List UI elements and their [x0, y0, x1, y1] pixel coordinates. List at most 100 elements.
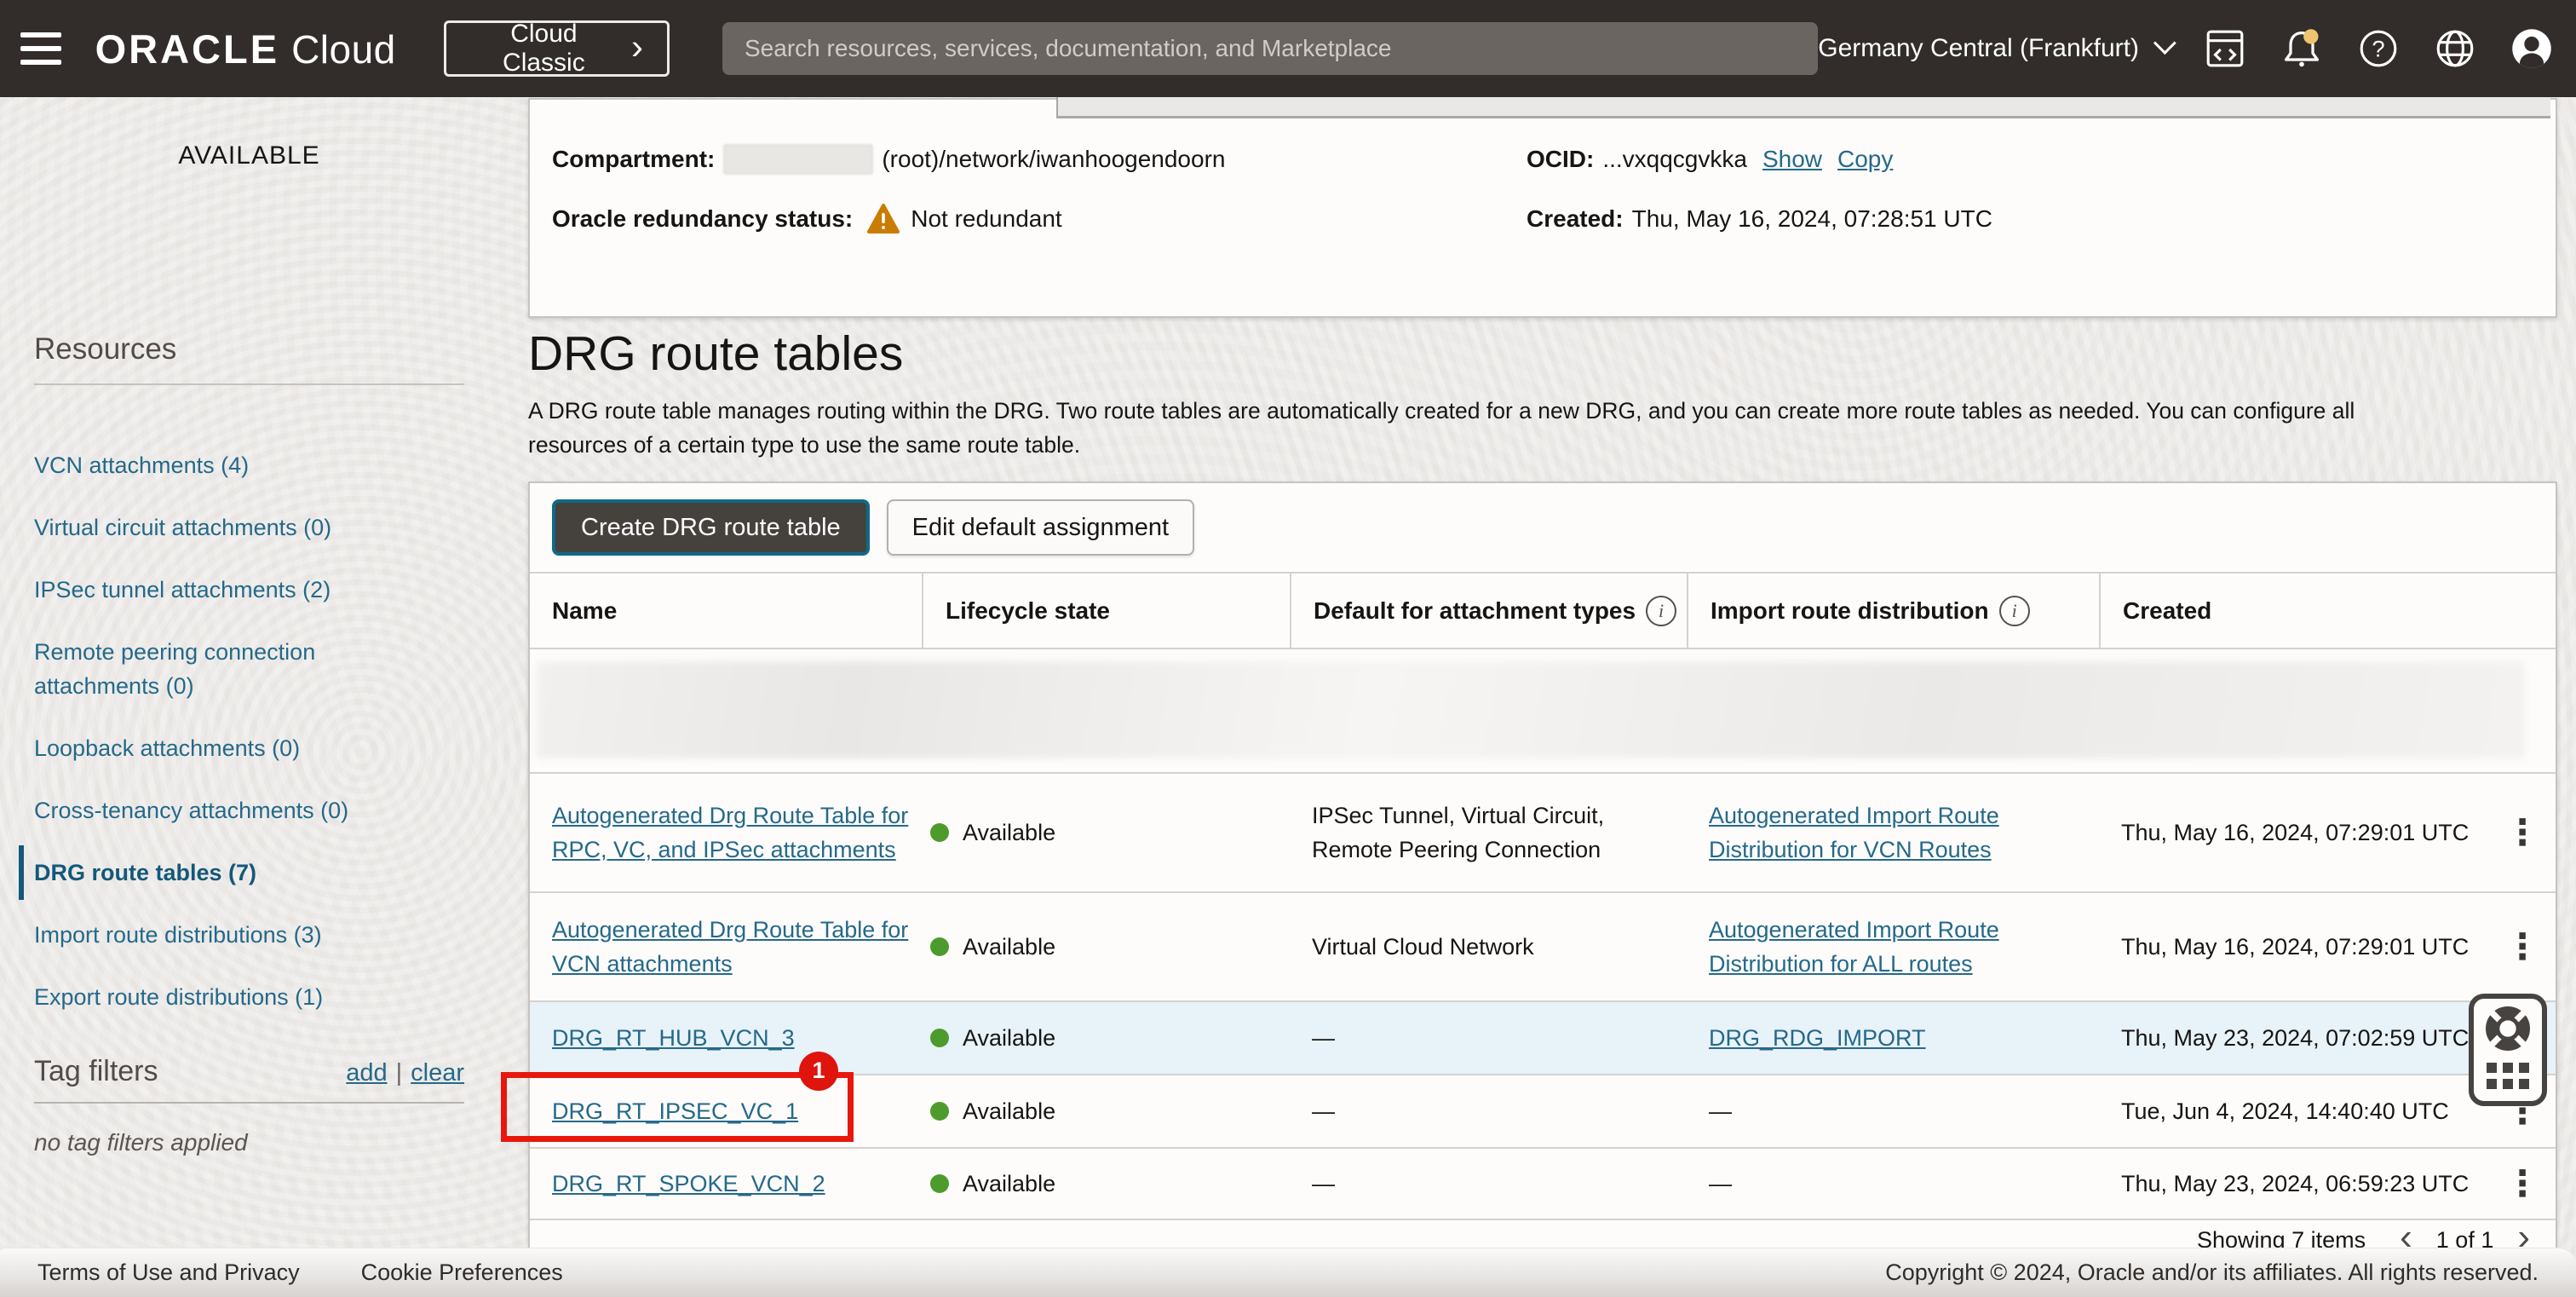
row-kebab-menu-icon[interactable]: ⋮ — [2504, 814, 2556, 850]
tag-filters-add-link[interactable]: add — [346, 1059, 387, 1087]
life-ring-icon — [2483, 1004, 2533, 1058]
copyright-text: Copyright © 2024, Oracle and/or its affi… — [1885, 1260, 2539, 1285]
region-selector[interactable]: Germany Central (Frankfurt) — [1818, 31, 2176, 63]
import-distribution-link[interactable]: Autogenerated Import Route Distribution f… — [1709, 798, 1999, 867]
tag-filters-heading: Tag filters — [34, 1055, 158, 1087]
svg-text:?: ? — [2372, 35, 2384, 61]
row-kebab-menu-icon[interactable]: ⋮ — [2504, 1165, 2556, 1202]
row-kebab-menu-icon[interactable]: ⋮ — [2504, 928, 2556, 965]
top-navigation-bar: ORACLE Cloud Cloud Classic › Germany Cen… — [0, 0, 2576, 97]
column-header-import-route-distribution: Import route distribution i — [1687, 574, 2099, 648]
developer-tools-icon[interactable] — [2203, 26, 2247, 71]
hamburger-menu-icon[interactable] — [20, 32, 61, 65]
terms-of-use-link[interactable]: Terms of Use and Privacy — [37, 1260, 300, 1286]
support-floating-widget[interactable] — [2469, 994, 2547, 1106]
table-row: DRG_RT_SPOKE_VCN_2 Available — — Thu, May 23… — [530, 1146, 2556, 1219]
drg-details-card: Compartment: (root)/network/iwanhoogendo… — [528, 98, 2557, 318]
redacted-row-blur — [537, 661, 2525, 758]
user-avatar-icon[interactable] — [2510, 26, 2554, 71]
help-icon[interactable]: ? — [2356, 26, 2401, 71]
ocid-value: ...vxqqcgvkka — [1602, 146, 1747, 172]
available-status-dot — [930, 1028, 949, 1047]
sidebar-item-vcn-attachments-4[interactable]: VCN attachments (4) — [19, 448, 419, 482]
lifecycle-status-text: AVAILABLE — [178, 141, 320, 170]
created-timestamp: Thu, May 23, 2024, 06:59:23 UTC — [2121, 1170, 2470, 1196]
sidebar-item-loopback-attachments-0[interactable]: Loopback attachments (0) — [19, 731, 419, 765]
compartment-value: (root)/network/iwanhoogendoorn — [882, 146, 1226, 172]
table-row: DRG_RT_IPSEC_VC_1 Available — — Tue, Jun 4, … — [501, 1051, 2556, 1147]
row-import-distribution-cell: Autogenerated Import Route Distribution f… — [1687, 798, 2099, 867]
sidebar-item-virtual-circuit-attachments-0[interactable]: Virtual circuit attachments (0) — [19, 510, 419, 545]
row-name-cell: DRG_RT_HUB_VCN_3 — [530, 1021, 922, 1055]
route-table-name-link[interactable]: Autogenerated Drg Route Table for RPC, VC… — [552, 798, 908, 867]
edit-default-assignment-button[interactable]: Edit default assignment — [886, 499, 1195, 556]
column-header-created: Created — [2099, 574, 2556, 648]
lifecycle-state-text: Available — [963, 1098, 1056, 1124]
available-status-dot — [930, 1173, 949, 1193]
ocid-show-link[interactable]: Show — [1762, 146, 1822, 173]
chevron-right-icon: › — [631, 26, 643, 66]
compartment-label: Compartment: — [552, 146, 716, 172]
cloud-classic-button[interactable]: Cloud Classic › — [443, 20, 670, 77]
table-row: Autogenerated Drg Route Table for RPC, VC… — [530, 771, 2556, 891]
tag-filters-separator: | — [395, 1059, 403, 1087]
details-tab-scroll-strip — [1056, 97, 2550, 118]
ocid-copy-link[interactable]: Copy — [1837, 146, 1893, 173]
import-distribution-link[interactable]: DRG_RDG_IMPORT — [1709, 1021, 1926, 1055]
tag-filters-clear-link[interactable]: clear — [411, 1059, 464, 1087]
created-label: Created: — [1527, 205, 1624, 232]
route-table-name-link[interactable]: DRG_RT_SPOKE_VCN_2 — [552, 1167, 825, 1201]
sidebar-item-drg-route-tables-7[interactable]: DRG route tables (7) — [19, 845, 419, 900]
row-lifecycle-cell: Available — [922, 1167, 1290, 1201]
row-name-cell: Autogenerated Drg Route Table for RPC, VC… — [530, 798, 922, 867]
column-header-default-for-attachment-types: Default for attachment types i — [1290, 574, 1687, 648]
chevron-down-icon — [2153, 31, 2176, 55]
resources-divider — [34, 383, 464, 385]
available-status-dot — [930, 1101, 949, 1121]
row-lifecycle-cell: Available — [922, 816, 1290, 850]
sidebar-item-export-route-distributions-1[interactable]: Export route distributions (1) — [19, 980, 419, 1014]
info-icon[interactable]: i — [1998, 595, 2030, 626]
oracle-cloud-logo[interactable]: ORACLE Cloud — [95, 26, 396, 72]
language-globe-icon[interactable] — [2433, 26, 2477, 71]
drag-handle-dots-icon — [2487, 1063, 2529, 1089]
oracle-cloud-console: ORACLE Cloud Cloud Classic › Germany Cen… — [0, 0, 2576, 1297]
row-default-attachment-cell: — — [1312, 1170, 1335, 1196]
cloud-classic-label: Cloud Classic — [503, 20, 585, 77]
search-input[interactable] — [722, 22, 1819, 75]
ocid-label: OCID: — [1527, 146, 1595, 172]
sidebar-item-import-route-distributions-3[interactable]: Import route distributions (3) — [19, 918, 419, 952]
sidebar-item-ipsec-tunnel-attachments-2[interactable]: IPSec tunnel attachments (2) — [19, 573, 419, 607]
row-name-cell: Autogenerated Drg Route Table for VCN att… — [530, 913, 922, 981]
row-import-distribution-cell: — — [1709, 1170, 1732, 1196]
page-description: A DRG route table manages routing within… — [528, 398, 2355, 458]
sidebar-item-remote-peering-connection-attachments-0[interactable]: Remote peering connection attachments (0… — [19, 635, 419, 703]
region-label: Germany Central (Frankfurt) — [1818, 34, 2139, 62]
row-name-cell: DRG_RT_SPOKE_VCN_2 — [530, 1167, 922, 1201]
table-row: Autogenerated Drg Route Table for VCN att… — [530, 891, 2556, 1000]
row-lifecycle-cell: Available — [922, 1094, 1290, 1128]
route-table-name-link[interactable]: DRG_RT_HUB_VCN_3 — [552, 1021, 795, 1055]
created-timestamp: Thu, May 16, 2024, 07:29:01 UTC — [2121, 819, 2470, 845]
notifications-bell-icon[interactable] — [2280, 26, 2324, 71]
topbar-right-cluster: Germany Central (Frankfurt) ? — [1818, 26, 2554, 71]
resources-heading: Resources — [34, 332, 177, 366]
sidebar-item-cross-tenancy-attachments-0[interactable]: Cross-tenancy attachments (0) — [19, 793, 419, 827]
lifecycle-state-text: Available — [963, 933, 1056, 960]
import-distribution-link[interactable]: Autogenerated Import Route Distribution f… — [1709, 913, 1999, 981]
info-icon[interactable]: i — [1646, 595, 1677, 626]
route-table-name-link[interactable]: DRG_RT_IPSEC_VC_1 — [552, 1094, 798, 1128]
available-status-dot — [930, 937, 949, 956]
row-created-cell: Thu, May 16, 2024, 07:29:01 UTC ⋮ — [2099, 928, 2556, 965]
row-default-attachment-cell: IPSec Tunnel, Virtual Circuit, Remote Pee… — [1312, 802, 1605, 862]
redundancy-label: Oracle redundancy status: — [552, 205, 854, 232]
row-default-attachment-cell: — — [1312, 1024, 1335, 1051]
table-body: Autogenerated Drg Route Table for RPC, VC… — [501, 771, 2556, 1219]
create-drg-route-table-button[interactable]: Create DRG route table — [552, 499, 870, 556]
route-table-name-link[interactable]: Autogenerated Drg Route Table for VCN att… — [552, 913, 908, 981]
cookie-preferences-link[interactable]: Cookie Preferences — [361, 1260, 563, 1286]
row-import-distribution-cell: Autogenerated Import Route Distribution f… — [1687, 913, 2099, 981]
created-timestamp: Thu, May 23, 2024, 07:02:59 UTC — [2121, 1024, 2470, 1051]
redacted-table-row — [530, 649, 2556, 772]
resources-sidebar: AVAILABLE Resources VCN attachments (4) V… — [0, 97, 498, 1297]
